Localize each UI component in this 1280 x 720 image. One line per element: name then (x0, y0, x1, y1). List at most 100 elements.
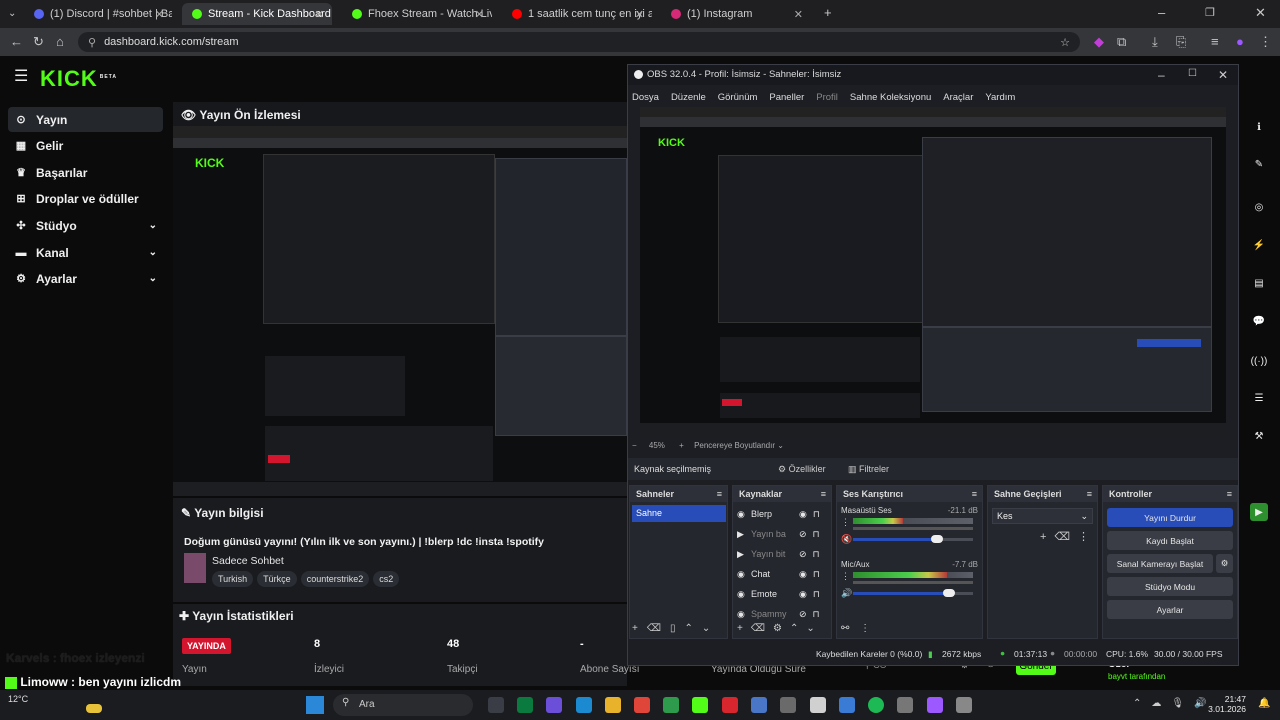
down-icon[interactable]: ⌄ (806, 623, 822, 634)
source-item[interactable]: ◉ Blerp ◉ ⊓ (737, 505, 825, 523)
more-icon[interactable]: ⋮ (1259, 35, 1272, 49)
chrome-icon[interactable] (634, 697, 650, 713)
obs-menu-item[interactable]: Yardım (985, 92, 1015, 103)
list-icon[interactable]: ☰ (1250, 389, 1268, 407)
notification-icon[interactable]: 🔔 (1258, 698, 1270, 709)
weather-widget[interactable]: 12°C (8, 694, 28, 704)
extensions-icon[interactable]: ⧉ (1117, 35, 1126, 49)
visibility-eye-icon[interactable]: ⊘ (799, 609, 807, 620)
visibility-eye-icon[interactable]: ◉ (799, 509, 807, 520)
mixer-link-icon[interactable]: ⚯ (841, 623, 849, 634)
add-icon[interactable]: + (632, 623, 647, 634)
dock-menu-icon[interactable]: ≡ (717, 489, 722, 499)
speaker-icon[interactable]: 🔊 (841, 588, 852, 599)
visibility-eye-icon[interactable]: ◉ (799, 589, 807, 600)
new-tab-icon[interactable]: + (824, 6, 832, 20)
clock-app-icon[interactable] (810, 697, 826, 713)
taskbar-search[interactable]: ⚲ Ara (333, 694, 473, 716)
cloud-icon[interactable]: ☁ (1151, 698, 1171, 709)
obs-close-icon[interactable]: ✕ (1218, 68, 1228, 82)
lock-icon[interactable]: ⊓ (813, 549, 820, 560)
fit-dropdown-icon[interactable]: ⌄ (777, 441, 784, 450)
browser-tab[interactable]: Stream - Kick Dashboard ✕ (182, 3, 332, 25)
control-button[interactable]: Stüdyo Modu (1107, 577, 1233, 596)
add-icon[interactable]: + (737, 623, 751, 634)
trash-icon[interactable]: ⌫ (1054, 531, 1078, 543)
close-window-icon[interactable]: ✕ (1255, 6, 1266, 20)
visibility-eye-icon[interactable]: ⊘ (799, 529, 807, 540)
task-view-icon[interactable] (488, 697, 504, 713)
down-icon[interactable]: ⌄ (702, 623, 719, 634)
channel-menu-icon[interactable]: ⋮ (841, 571, 850, 582)
broadcast-icon[interactable]: ((·)) (1250, 352, 1268, 370)
obs-minimize-icon[interactable]: – (1158, 68, 1165, 82)
chat-icon[interactable]: 💬 (1250, 312, 1268, 330)
obs-menu-item[interactable]: Düzenle (671, 92, 706, 103)
app-icon[interactable] (897, 697, 913, 713)
chevron-down-icon[interactable]: ⌄ (149, 273, 157, 284)
url-input[interactable]: ⚲ dashboard.kick.com/stream ☆ (78, 32, 1080, 52)
trash-icon[interactable]: ⌫ (647, 623, 670, 634)
filter-icon[interactable]: ▯ (670, 623, 685, 634)
browser-tab[interactable]: (1) Instagram ✕ (661, 3, 811, 25)
restore-icon[interactable]: ❐ (1205, 6, 1215, 20)
more-icon[interactable]: ⋮ (1078, 531, 1097, 543)
clock[interactable]: 21:47 3.01.2026 (1208, 694, 1246, 714)
tab-close-icon[interactable]: ✕ (794, 8, 803, 21)
tray-chevron-icon[interactable]: ⌃ (1133, 698, 1151, 709)
bolt-icon[interactable]: ⚡ (1250, 236, 1268, 254)
tab-list-icon[interactable]: ⌄ (8, 7, 16, 21)
back-icon[interactable]: ← (10, 35, 23, 49)
obs-menu-item[interactable]: Sahne Koleksiyonu (850, 92, 931, 103)
start-button[interactable] (306, 696, 324, 714)
menu-lines-icon[interactable]: ≡ (1211, 35, 1219, 49)
hamburger-icon[interactable]: ☰ (14, 69, 28, 85)
browser-tab[interactable]: 1 saatlik cem tunç en iyi anlar✕ (502, 3, 652, 25)
extension-icon[interactable]: ◆ (1094, 35, 1104, 49)
edge-icon[interactable] (576, 697, 592, 713)
control-button[interactable]: Kaydı Başlat (1107, 531, 1233, 550)
steam-icon[interactable] (751, 697, 767, 713)
site-info-icon[interactable]: ⚲ (88, 36, 96, 49)
source-item[interactable]: ◉ Emote ◉ ⊓ (737, 585, 825, 603)
obs-app-icon[interactable] (780, 697, 796, 713)
fit-window-label[interactable]: Pencereye Boyutlandır (694, 441, 775, 450)
info-icon[interactable]: ℹ (1250, 118, 1268, 136)
kick-logo[interactable]: KICK BETA (40, 66, 117, 92)
pencil-icon[interactable]: ✎ (181, 506, 191, 520)
sidebar-item-2[interactable]: ▦ Gelir (8, 133, 163, 158)
dock-menu-icon[interactable]: ≡ (1227, 489, 1232, 499)
download-icon[interactable]: ⤓ (1152, 35, 1158, 49)
target-icon[interactable]: ◎ (1250, 198, 1268, 216)
chevron-down-icon[interactable]: ⌄ (149, 220, 157, 231)
up-icon[interactable]: ⌃ (685, 623, 702, 634)
control-button[interactable]: Yayını Durdur (1107, 508, 1233, 527)
source-item[interactable]: ▶ Yayın ba ⊘ ⊓ (737, 525, 825, 543)
mic-icon[interactable]: 🎙 (1171, 698, 1194, 709)
tab-close-icon[interactable]: ✕ (315, 8, 324, 21)
mixer-more-icon[interactable]: ⋮ (860, 623, 870, 634)
youtube-icon[interactable] (722, 697, 738, 713)
obs-maximize-icon[interactable]: ☐ (1188, 68, 1197, 79)
sidebar-item-3[interactable]: ♛ Başarılar (8, 160, 163, 185)
scene-item[interactable]: Sahne (632, 505, 726, 522)
browser-app-icon[interactable] (927, 697, 943, 713)
lock-icon[interactable]: ⊓ (813, 609, 820, 620)
obs-menu-item[interactable]: Görünüm (718, 92, 758, 103)
lock-icon[interactable]: ⊓ (813, 569, 820, 580)
edit-icon[interactable]: ✎ (1250, 155, 1268, 173)
clipboard-icon[interactable]: ▤ (1250, 274, 1268, 292)
profile-icon[interactable]: ● (1236, 35, 1244, 49)
transition-select[interactable]: Kes ⌄ (992, 508, 1093, 524)
source-item[interactable]: ▶ Yayın bit ⊘ ⊓ (737, 545, 825, 563)
sidebar-item-5[interactable]: ✣ Stüdyo ⌄ (8, 213, 163, 238)
kick-app-icon[interactable] (692, 697, 708, 713)
filters-button[interactable]: ▥ Filtreler (848, 464, 889, 475)
tab-close-icon[interactable]: ✕ (475, 8, 484, 21)
file-explorer-icon[interactable] (605, 697, 621, 713)
translate-icon[interactable]: ⎘ (1176, 35, 1186, 49)
add-icon[interactable]: + (1040, 531, 1054, 543)
control-button[interactable]: Sanal Kamerayı Başlat (1107, 554, 1213, 573)
muted-speaker-icon[interactable]: 🔇 (841, 534, 852, 545)
copilot-icon[interactable] (546, 697, 562, 713)
